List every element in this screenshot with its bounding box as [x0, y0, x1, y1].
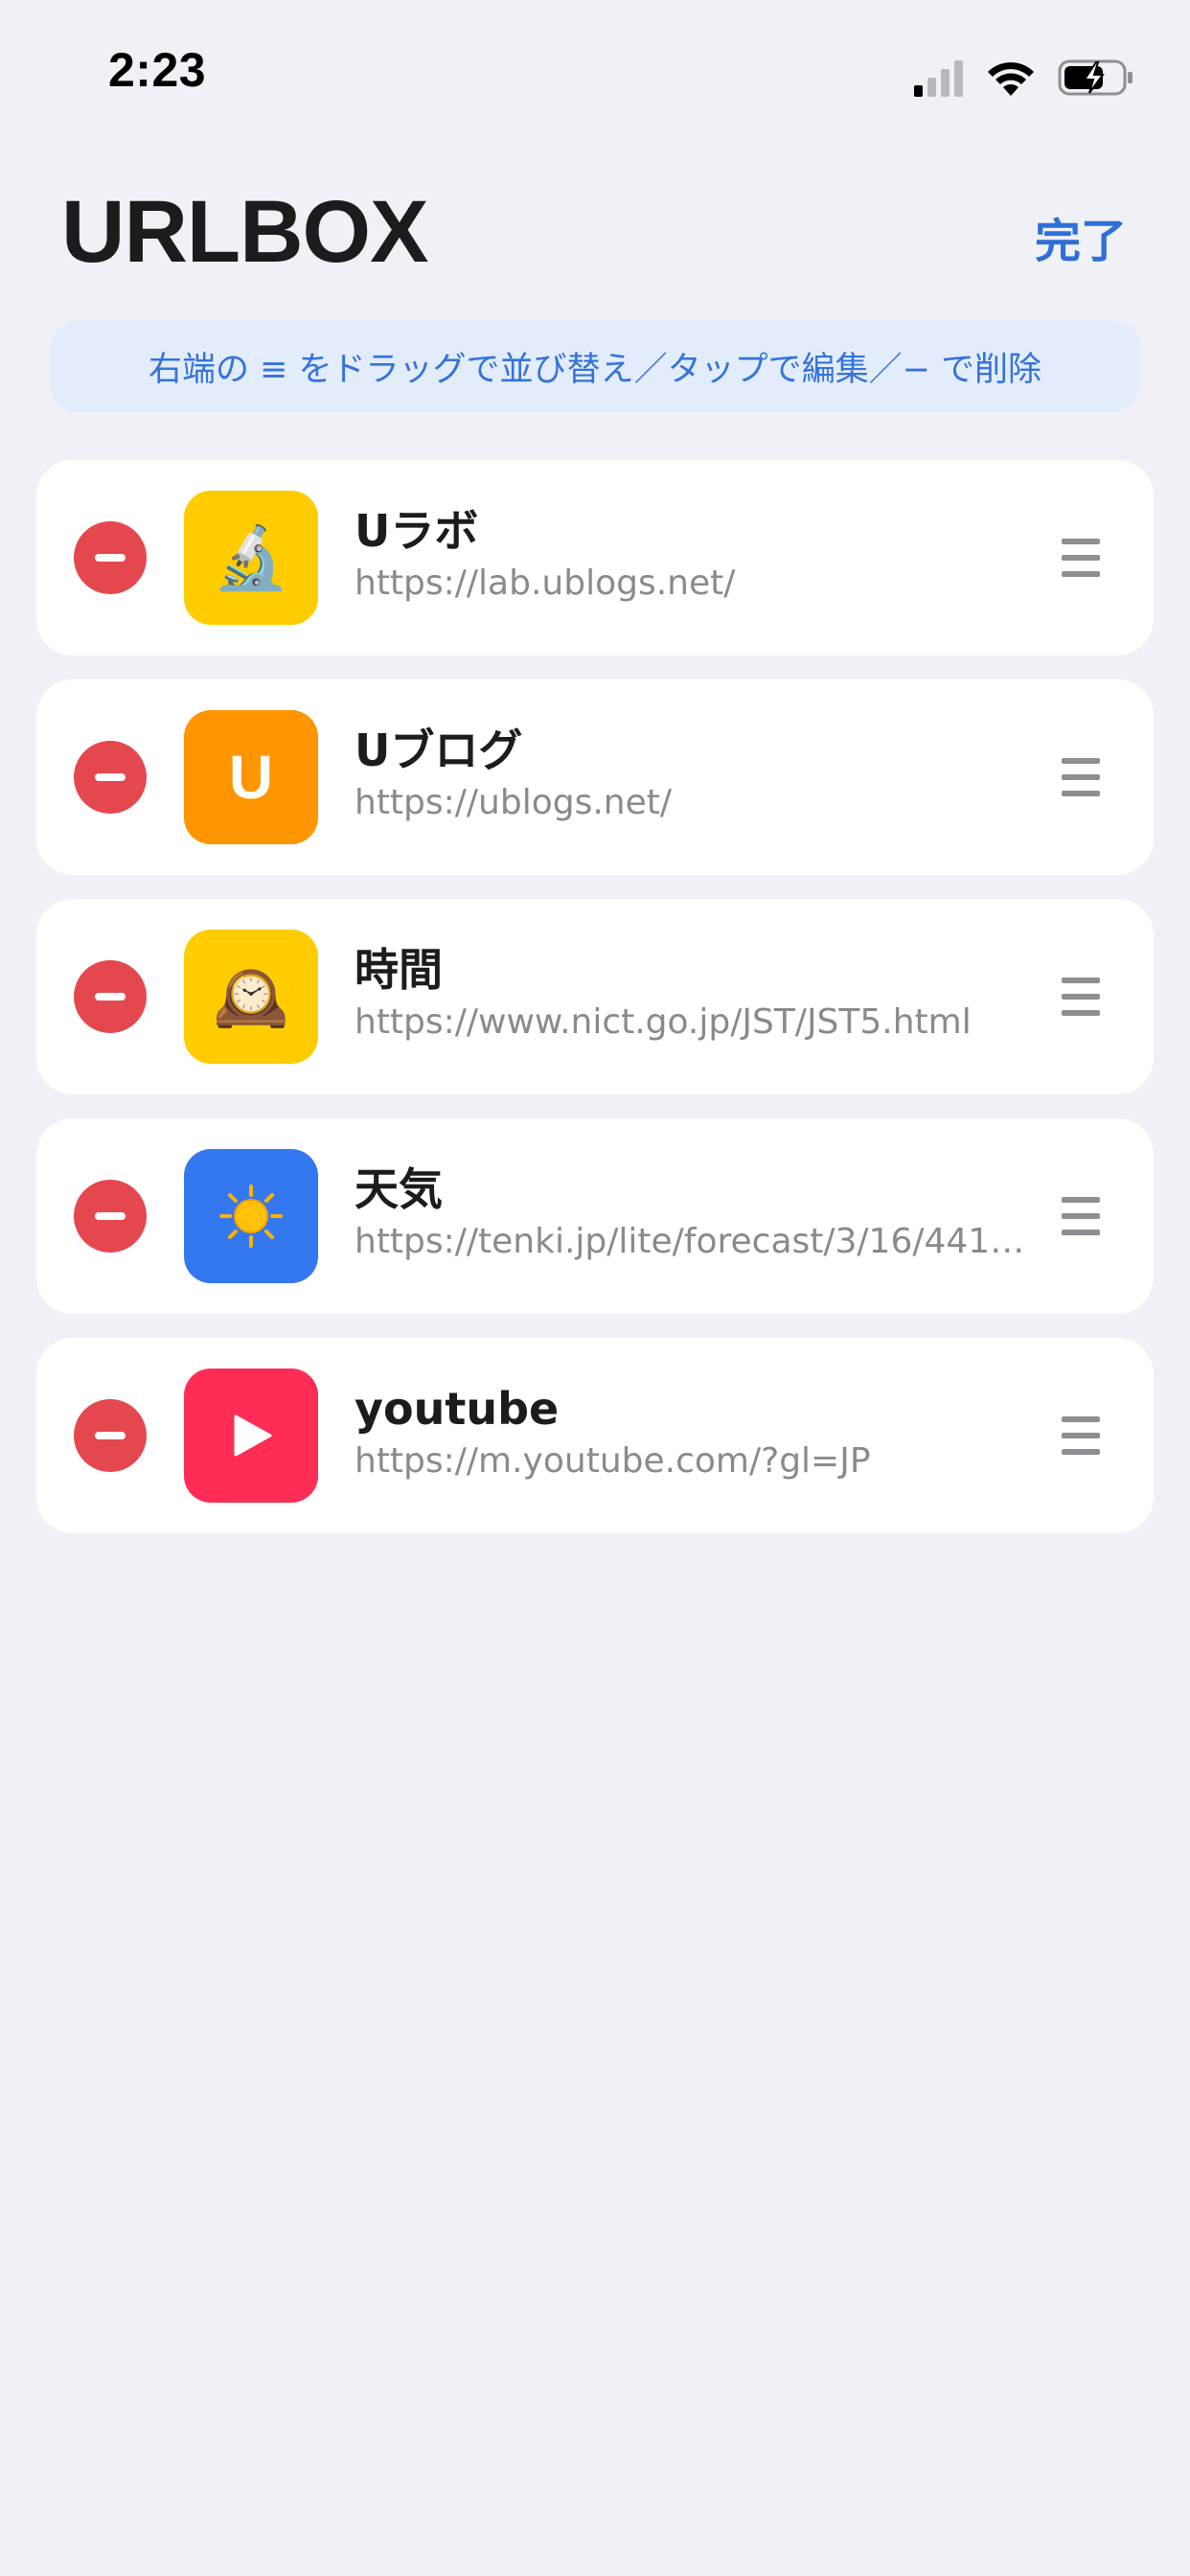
- site-icon[interactable]: [184, 1149, 318, 1283]
- drag-handle-icon[interactable]: [1062, 758, 1100, 796]
- cellular-signal-icon: [914, 60, 963, 97]
- done-button[interactable]: 完了: [1035, 203, 1127, 270]
- minus-icon: [95, 1432, 126, 1439]
- wifi-icon: [988, 62, 1034, 96]
- drag-handle-icon[interactable]: [1062, 1416, 1100, 1455]
- item-title: Uブログ: [355, 724, 523, 776]
- item-title: Uラボ: [355, 505, 479, 557]
- list-item: 天気 https://tenki.jp/lite/forecast/3/16/4…: [36, 1118, 1154, 1314]
- site-icon[interactable]: 🕰️: [184, 930, 318, 1064]
- delete-button[interactable]: [74, 1180, 147, 1253]
- drag-handle-icon[interactable]: [1062, 539, 1100, 577]
- item-url: https://lab.ublogs.net/: [355, 564, 736, 603]
- item-text[interactable]: 天気 https://tenki.jp/lite/forecast/3/16/4…: [355, 1162, 1025, 1266]
- item-text[interactable]: 時間 https://www.nict.go.jp/JST/JST5.html: [355, 943, 1025, 1046]
- item-url: https://m.youtube.com/?gl=JP: [355, 1441, 871, 1481]
- delete-button[interactable]: [74, 521, 147, 594]
- item-text[interactable]: Uラボ https://lab.ublogs.net/: [355, 504, 1025, 608]
- item-url: https://tenki.jp/lite/forecast/3/16/4410…: [355, 1222, 1025, 1261]
- letter-u-icon: U: [228, 743, 274, 812]
- site-icon[interactable]: U: [184, 710, 318, 844]
- microscope-icon: 🔬: [213, 522, 289, 594]
- status-icons: [914, 54, 1134, 102]
- status-time: 2:23: [108, 43, 207, 97]
- minus-icon: [95, 773, 126, 781]
- url-list: 🔬 Uラボ https://lab.ublogs.net/ U Uブログ htt…: [36, 460, 1154, 1557]
- list-item: 🕰️ 時間 https://www.nict.go.jp/JST/JST5.ht…: [36, 899, 1154, 1094]
- item-url: https://www.nict.go.jp/JST/JST5.html: [355, 1002, 972, 1042]
- delete-button[interactable]: [74, 1399, 147, 1472]
- hint-banner: 右端の ≡ をドラッグで並び替え／タップで編集／− で削除: [50, 320, 1140, 412]
- site-icon[interactable]: 🔬: [184, 491, 318, 625]
- minus-icon: [95, 993, 126, 1000]
- page-title: URLBOX: [61, 183, 428, 281]
- site-icon[interactable]: [184, 1368, 318, 1503]
- mantelpiece-clock-icon: 🕰️: [213, 961, 289, 1033]
- list-item: 🔬 Uラボ https://lab.ublogs.net/: [36, 460, 1154, 656]
- delete-button[interactable]: [74, 960, 147, 1033]
- item-text[interactable]: Uブログ https://ublogs.net/: [355, 724, 1025, 827]
- hint-text: 右端の ≡ をドラッグで並び替え／タップで編集／− で削除: [148, 350, 1042, 389]
- status-bar: 2:23: [0, 0, 1190, 144]
- item-title: 時間: [355, 944, 443, 996]
- delete-button[interactable]: [74, 741, 147, 814]
- item-url: https://ublogs.net/: [355, 783, 672, 822]
- minus-icon: [95, 1212, 126, 1220]
- item-text[interactable]: youtube https://m.youtube.com/?gl=JP: [355, 1382, 1025, 1485]
- minus-icon: [95, 554, 126, 562]
- drag-handle-icon[interactable]: [1062, 1197, 1100, 1235]
- battery-charging-icon: [1058, 59, 1133, 96]
- play-icon: [234, 1414, 272, 1457]
- drag-handle-icon[interactable]: [1062, 978, 1100, 1016]
- list-item: youtube https://m.youtube.com/?gl=JP: [36, 1338, 1154, 1533]
- item-title: 天気: [355, 1163, 443, 1215]
- list-item: U Uブログ https://ublogs.net/: [36, 679, 1154, 875]
- sun-icon: [219, 1184, 283, 1248]
- item-title: youtube: [355, 1383, 560, 1435]
